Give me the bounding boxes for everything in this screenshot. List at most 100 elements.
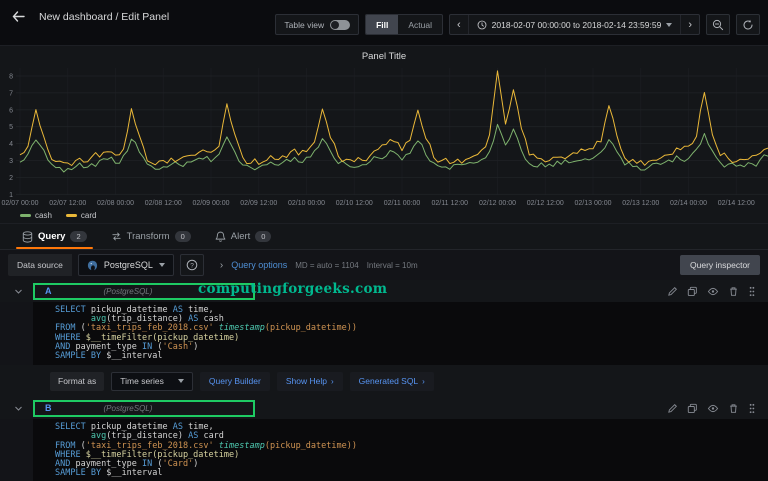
format-as-label: Format as xyxy=(50,371,105,391)
svg-text:7: 7 xyxy=(9,90,13,97)
edit-query-icon[interactable] xyxy=(667,403,678,414)
fill-actual-segmented: Fill Actual xyxy=(365,14,443,35)
query-b-actions xyxy=(667,403,756,414)
chevron-down-icon xyxy=(158,263,165,267)
legend-item-card[interactable]: card xyxy=(65,210,97,220)
query-builder-button[interactable]: Query Builder xyxy=(199,371,270,391)
max-datapoints-text: MD = auto = 1104 xyxy=(295,260,359,270)
chevron-down-icon xyxy=(177,379,184,384)
bell-icon xyxy=(215,231,226,242)
query-section-a: A (PostgreSQL) SELECT pickup_datetime AS… xyxy=(0,280,768,398)
format-row: Format as Time series Query Builder Show… xyxy=(0,365,768,398)
actual-button[interactable]: Actual xyxy=(398,15,442,34)
svg-text:5: 5 xyxy=(9,124,13,131)
disable-query-eye-icon[interactable] xyxy=(707,403,719,414)
top-bar: New dashboard / Edit Panel Table view Fi… xyxy=(0,0,768,46)
edit-query-icon[interactable] xyxy=(667,286,678,297)
tab-label: Alert xyxy=(230,231,251,242)
datasource-row: Data source PostgreSQL ? › Query options… xyxy=(0,250,768,280)
back-button[interactable] xyxy=(10,8,27,26)
transform-count-badge: 0 xyxy=(174,231,191,242)
card-series-swatch xyxy=(65,213,77,217)
interval-text: Interval = 10m xyxy=(366,260,418,270)
svg-text:02/14 00:00: 02/14 00:00 xyxy=(670,200,707,207)
refresh-button[interactable] xyxy=(736,14,760,35)
svg-text:02/11 00:00: 02/11 00:00 xyxy=(384,200,421,207)
sql-editor-a[interactable]: SELECT pickup_datetime AS time, avg(trip… xyxy=(33,302,768,366)
transform-icon xyxy=(112,232,121,241)
magnifier-minus-icon xyxy=(712,19,724,30)
legend-item-cash[interactable]: cash xyxy=(20,211,52,220)
query-section-b: B (PostgreSQL) SELECT pickup_datetime AS… xyxy=(0,397,768,481)
svg-text:02/11 12:00: 02/11 12:00 xyxy=(432,200,469,207)
svg-text:6: 6 xyxy=(9,107,13,114)
legend-label: cash xyxy=(35,210,52,220)
database-icon xyxy=(22,230,33,243)
query-inspector-button[interactable]: Query inspector xyxy=(680,255,760,275)
refresh-icon xyxy=(743,19,753,29)
svg-text:1: 1 xyxy=(9,192,13,199)
generated-sql-button[interactable]: Generated SQL › xyxy=(349,371,434,391)
time-range-text: 2018-02-07 00:00:00 to 2018-02-14 23:59:… xyxy=(491,19,662,30)
zoom-out-button[interactable] xyxy=(706,14,730,35)
query-ref-letter: A xyxy=(45,286,52,296)
svg-text:02/13 00:00: 02/13 00:00 xyxy=(575,200,612,207)
svg-text:02/14 12:00: 02/14 12:00 xyxy=(718,200,755,207)
editor-tabs: Query 2 Transform 0 Alert 0 xyxy=(0,224,768,250)
time-series-chart[interactable]: 1 2 3 4 5 6 7 8 02/07 00:00 02/07 12:00 02/08 00:0… xyxy=(0,64,768,208)
panel-title: Panel Title xyxy=(361,51,407,62)
drag-handle-icon[interactable] xyxy=(748,403,756,414)
svg-text:02/08 00:00: 02/08 00:00 xyxy=(97,200,134,207)
disable-query-eye-icon[interactable] xyxy=(707,286,719,297)
chevron-down-icon xyxy=(666,22,673,27)
time-range-picker[interactable]: 2018-02-07 00:00:00 to 2018-02-14 23:59:… xyxy=(467,15,682,34)
delete-query-trash-icon[interactable] xyxy=(728,286,739,297)
duplicate-query-icon[interactable] xyxy=(687,403,698,414)
query-a-ref-annotation[interactable]: A (PostgreSQL) xyxy=(33,282,255,300)
duplicate-query-icon[interactable] xyxy=(687,286,698,297)
query-count-badge: 2 xyxy=(70,231,87,242)
clock-icon xyxy=(477,20,487,29)
fill-button[interactable]: Fill xyxy=(366,15,399,34)
tab-label: Transform xyxy=(126,231,170,242)
delete-query-trash-icon[interactable] xyxy=(728,403,739,414)
help-circle-icon: ? xyxy=(186,259,198,271)
query-ref-datasource: (PostgreSQL) xyxy=(103,403,153,413)
svg-text:02/07 12:00: 02/07 12:00 xyxy=(49,200,86,207)
sql-editor-b[interactable]: SELECT pickup_datetime AS time, avg(trip… xyxy=(33,419,768,481)
time-shift-forward-button[interactable]: › xyxy=(681,19,699,31)
query-ref-letter: B xyxy=(45,403,52,414)
svg-text:?: ? xyxy=(190,262,194,269)
svg-text:02/12 12:00: 02/12 12:00 xyxy=(527,200,564,207)
query-a-header: A (PostgreSQL) xyxy=(0,280,768,302)
datasource-picker[interactable]: PostgreSQL xyxy=(77,254,174,276)
format-value: Time series xyxy=(120,376,164,387)
legend-label: card xyxy=(80,210,97,220)
datasource-help-button[interactable]: ? xyxy=(179,254,204,276)
svg-text:3: 3 xyxy=(9,158,13,165)
cash-series-swatch xyxy=(20,213,31,217)
chevron-right-icon: › xyxy=(219,259,224,271)
time-shift-back-button[interactable]: ‹ xyxy=(450,19,468,31)
svg-text:02/08 12:00: 02/08 12:00 xyxy=(145,200,182,207)
tab-query[interactable]: Query 2 xyxy=(12,224,97,249)
svg-text:02/09 12:00: 02/09 12:00 xyxy=(240,200,277,207)
table-view-control[interactable]: Table view xyxy=(275,14,360,35)
grafana-edit-panel: New dashboard / Edit Panel Table view Fi… xyxy=(0,0,768,481)
alert-count-badge: 0 xyxy=(255,231,272,242)
format-select[interactable]: Time series xyxy=(111,371,193,391)
svg-text:02/07 00:00: 02/07 00:00 xyxy=(2,200,39,207)
svg-text:02/09 00:00: 02/09 00:00 xyxy=(193,200,230,207)
show-help-button[interactable]: Show Help › xyxy=(276,371,343,391)
datasource-label: Data source xyxy=(8,254,72,276)
tab-label: Query xyxy=(38,231,66,242)
table-view-toggle[interactable] xyxy=(330,19,351,30)
query-options-toggle[interactable]: › Query options MD = auto = 1104 Interva… xyxy=(220,260,418,271)
time-picker-group: ‹ 2018-02-07 00:00:00 to 2018-02-14 23:5… xyxy=(448,14,700,35)
tab-transform[interactable]: Transform 0 xyxy=(101,224,201,249)
query-b-ref-annotation[interactable]: B (PostgreSQL) xyxy=(33,399,255,417)
drag-handle-icon[interactable] xyxy=(748,286,756,297)
collapse-chevron-icon[interactable] xyxy=(14,404,23,413)
tab-alert[interactable]: Alert 0 xyxy=(205,224,282,249)
collapse-chevron-icon[interactable] xyxy=(14,287,23,296)
